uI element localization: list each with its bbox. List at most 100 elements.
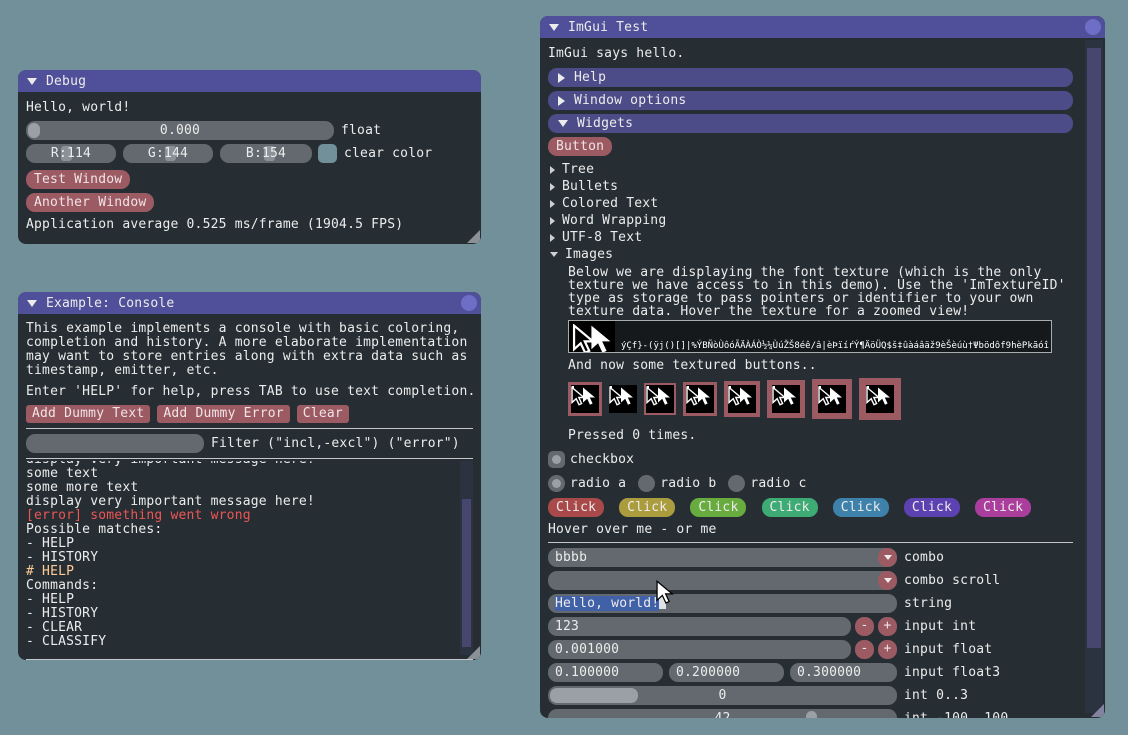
collapse-arrow-icon[interactable] [27, 78, 37, 85]
button-widget[interactable]: Button [548, 137, 612, 156]
another-window-button[interactable]: Another Window [26, 193, 154, 212]
tree-node-word-wrapping[interactable]: Word Wrapping [548, 212, 1073, 229]
imgui-titlebar[interactable]: ImGui Test [540, 16, 1105, 38]
mouse-cursor-icon [653, 580, 675, 604]
image-button[interactable] [812, 379, 852, 419]
tree-node-tree[interactable]: Tree [548, 161, 1073, 178]
log-line: - CLEAR [26, 621, 473, 635]
separator [26, 428, 473, 429]
console-log[interactable]: display very important message here! som… [26, 461, 473, 657]
click-button-2[interactable]: Click [619, 498, 675, 517]
tree-node-bullets[interactable]: Bullets [548, 178, 1073, 195]
input-float-field[interactable]: 0.001000 [548, 640, 851, 659]
increment-button[interactable]: + [878, 617, 897, 636]
console-scrollbar-thumb[interactable] [462, 499, 471, 647]
float-slider-label: float [341, 123, 381, 138]
click-button-3[interactable]: Click [690, 498, 746, 517]
close-icon[interactable] [1085, 19, 1101, 35]
tree-node-utf8-text[interactable]: UTF-8 Text [548, 229, 1073, 246]
combo-scroll-label: combo scroll [904, 573, 1000, 588]
images-paragraph: Below we are displaying the font texture… [568, 266, 1073, 318]
slider-int-100-label: int -100..100 [904, 711, 1008, 718]
click-button-7[interactable]: Click [975, 498, 1031, 517]
log-line-match: # HELP [26, 565, 473, 579]
input-float3-x[interactable]: 0.100000 [548, 663, 663, 682]
add-dummy-error-button[interactable]: Add Dummy Error [157, 405, 289, 423]
increment-button[interactable]: + [878, 640, 897, 659]
slider-int-100[interactable]: 42 [548, 709, 897, 718]
combo-select[interactable]: bbbb [548, 548, 897, 567]
checkbox-widget[interactable] [548, 451, 565, 468]
combo-arrow-button[interactable] [878, 548, 897, 567]
radio-c[interactable]: radio c [728, 475, 806, 492]
tree-node-colored-text[interactable]: Colored Text [548, 195, 1073, 212]
debug-titlebar[interactable]: Debug [18, 70, 481, 92]
resize-grip[interactable] [467, 230, 480, 243]
image-button[interactable] [568, 382, 602, 416]
console-scrollbar[interactable] [460, 461, 473, 655]
radio-icon[interactable] [638, 475, 655, 492]
decrement-button[interactable]: - [855, 640, 874, 659]
image-button[interactable] [683, 382, 717, 416]
console-help-line: Enter 'HELP' for help, press TAB to use … [26, 385, 473, 399]
input-float3-z[interactable]: 0.300000 [790, 663, 897, 682]
tree-node-label: Tree [562, 162, 594, 177]
combo-arrow-button[interactable] [878, 571, 897, 590]
input-int-field[interactable]: 123 [548, 617, 851, 636]
imgui-scrollbar[interactable] [1085, 40, 1103, 713]
header-window-options-label: Window options [574, 93, 686, 108]
radio-icon[interactable] [548, 475, 565, 492]
header-window-options[interactable]: Window options [548, 91, 1073, 110]
slider-int-0-3[interactable]: 0 [548, 686, 897, 705]
string-input[interactable]: Hello, world! [548, 594, 897, 613]
clear-color-row: R:114 G:144 B:154 clear color [26, 144, 473, 163]
input-float-value: 0.001000 [555, 642, 619, 657]
log-line: - CLASSIFY [26, 635, 473, 649]
drag-blue[interactable]: B:154 [220, 144, 312, 163]
header-widgets[interactable]: Widgets [548, 114, 1073, 133]
decrement-button[interactable]: - [855, 617, 874, 636]
click-button-5[interactable]: Click [833, 498, 889, 517]
log-line: - HELP [26, 537, 473, 551]
clear-color-swatch[interactable] [318, 144, 337, 163]
click-button-1[interactable]: Click [548, 498, 604, 517]
test-window-button[interactable]: Test Window [26, 170, 130, 189]
header-help[interactable]: Help [548, 68, 1073, 87]
input-float-label: input float [904, 642, 992, 657]
filter-input[interactable] [26, 434, 204, 453]
input-float3-y-value: 0.200000 [676, 665, 740, 680]
image-button[interactable] [644, 383, 676, 415]
radio-b[interactable]: radio b [638, 475, 716, 492]
add-dummy-text-button[interactable]: Add Dummy Text [26, 405, 150, 423]
collapse-arrow-icon[interactable] [549, 24, 559, 31]
hover-over-me-text[interactable]: Hover over me - or me [548, 523, 1073, 537]
image-button[interactable] [767, 380, 805, 418]
radio-icon[interactable] [728, 475, 745, 492]
log-line: Commands: [26, 579, 473, 593]
combo-scroll-row: combo scroll [548, 571, 1073, 590]
tree-node-images[interactable]: Images [548, 246, 1073, 263]
imgui-scrollbar-thumb[interactable] [1087, 48, 1101, 648]
image-button[interactable] [609, 385, 637, 413]
drag-green[interactable]: G:144 [123, 144, 213, 163]
resize-grip[interactable] [1091, 704, 1104, 717]
float-slider[interactable]: 0.000 [26, 121, 334, 140]
images-text-line: texture data. Hover the texture for a zo… [568, 305, 1073, 318]
input-float3-y[interactable]: 0.200000 [669, 663, 784, 682]
input-int-row: 123 - + input int [548, 617, 1073, 636]
collapse-arrow-icon[interactable] [27, 300, 37, 307]
drag-red[interactable]: R:114 [26, 144, 116, 163]
radio-a[interactable]: radio a [548, 475, 626, 492]
close-icon[interactable] [461, 295, 477, 311]
click-button-4[interactable]: Click [762, 498, 818, 517]
console-titlebar[interactable]: Example: Console [18, 292, 481, 314]
separator [548, 542, 1073, 543]
input-float3-label: input float3 [904, 665, 1000, 680]
font-texture-image[interactable]: ýÇf}-(ÿj()[]|%ÝBÑòÙôóÃÄÀÁÒ½¼ÙúŽŠ8éê/â|èÞ… [568, 320, 1052, 353]
image-button[interactable] [859, 378, 901, 420]
resize-grip[interactable] [467, 646, 480, 659]
combo-scroll-select[interactable] [548, 571, 897, 590]
click-button-6[interactable]: Click [904, 498, 960, 517]
clear-button[interactable]: Clear [297, 405, 349, 423]
image-button[interactable] [724, 381, 760, 417]
